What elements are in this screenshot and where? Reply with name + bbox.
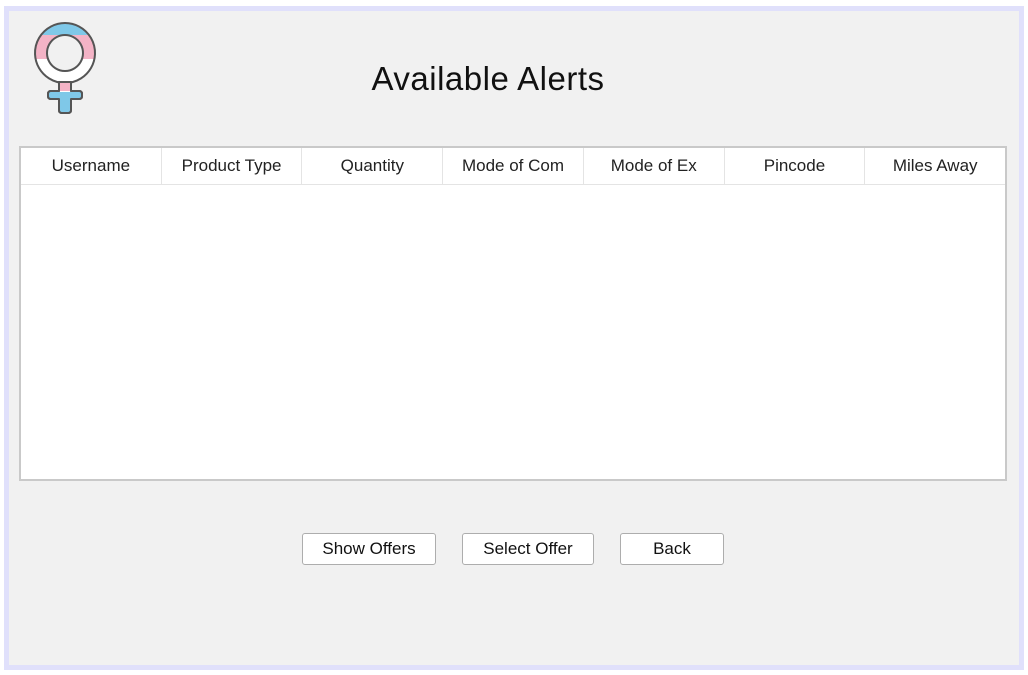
column-header-product-type[interactable]: Product Type xyxy=(162,148,303,184)
female-symbol-icon xyxy=(33,21,97,117)
back-button[interactable]: Back xyxy=(620,533,724,565)
column-header-miles-away[interactable]: Miles Away xyxy=(865,148,1005,184)
table-body[interactable] xyxy=(21,185,1005,479)
column-header-pincode[interactable]: Pincode xyxy=(725,148,866,184)
column-header-mode-of-ex[interactable]: Mode of Ex xyxy=(584,148,725,184)
column-header-mode-of-com[interactable]: Mode of Com xyxy=(443,148,584,184)
show-offers-button[interactable]: Show Offers xyxy=(302,533,436,565)
column-header-quantity[interactable]: Quantity xyxy=(302,148,444,184)
column-header-username[interactable]: Username xyxy=(21,148,162,184)
alerts-table[interactable]: Username Product Type Quantity Mode of C… xyxy=(19,146,1007,481)
page-title: Available Alerts xyxy=(371,60,605,97)
table-header: Username Product Type Quantity Mode of C… xyxy=(21,148,1005,185)
select-offer-button[interactable]: Select Offer xyxy=(462,533,594,565)
